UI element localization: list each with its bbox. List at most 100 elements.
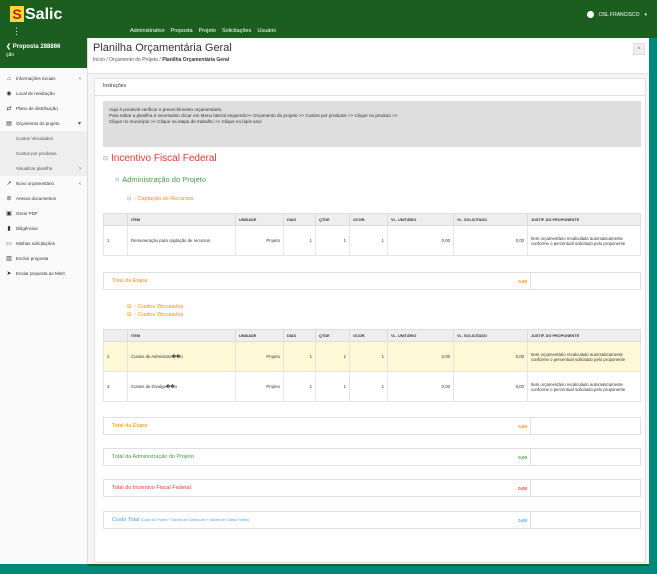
cell-dias: 1 xyxy=(283,371,316,402)
sidebar-item-local[interactable]: ◉ Local de realização xyxy=(0,86,87,101)
sidebar-item-plano[interactable]: ⇄ Plano de distribuição xyxy=(0,101,87,116)
share-icon: ⇄ xyxy=(6,105,12,112)
total-pad xyxy=(530,273,640,289)
chevron-down-icon: ▾ xyxy=(644,11,647,18)
app-frame: S Salic ⋮ Administrativo Proposta Projeto… xyxy=(0,0,657,574)
table-row[interactable]: 1 Remuneração para captação de recursos … xyxy=(103,225,641,256)
menu-dots-icon[interactable]: ⋮ xyxy=(12,26,21,37)
sidebar-item-excluir[interactable]: ▥ Excluir proposta xyxy=(0,251,87,266)
instructions-line: Clique no município >> Clique na etapa d… xyxy=(109,119,262,124)
cell-vl-solicitado: 0,00 xyxy=(453,371,528,402)
section-incentivo-fiscal[interactable]: ⊟ Incentivo Fiscal Federal xyxy=(103,153,217,164)
sidebar-item-anexar[interactable]: ⊜ Anexar documentos xyxy=(0,191,87,206)
col-qtde: QTDE xyxy=(315,213,350,226)
app-logo[interactable]: S Salic xyxy=(10,6,62,24)
chevron-left-icon: ‹ xyxy=(79,180,81,187)
budget-table-custos: ITEM UNIDADE DIAS QTDE OCOR. VL. UNITÁRI… xyxy=(103,329,641,402)
col-justificativa: JUSTIF. DO PROPONENTE xyxy=(527,213,641,226)
col-item: ITEM xyxy=(127,329,236,342)
sidebar-item-pdf[interactable]: ▣ Gerar PDF xyxy=(0,206,87,221)
section-title: Incentivo Fiscal Federal xyxy=(111,153,217,164)
cell-unidade: Projeto xyxy=(235,341,284,372)
pdf-icon: ▣ xyxy=(6,210,12,217)
page-header: Planilha Orçamentária Geral Início / Orç… xyxy=(88,38,649,74)
breadcrumb: Início / Orçamento do Projeto / Planilha… xyxy=(93,57,229,63)
close-icon[interactable]: × xyxy=(633,43,645,55)
cell-justificativa: Item orçamentário recalculado automatica… xyxy=(527,341,641,372)
cell-ocor: 1 xyxy=(349,371,388,402)
cell-justificativa: Item orçamentário recalculado automatica… xyxy=(527,371,641,402)
sidebar-item-label: Orçamento do projeto xyxy=(16,121,60,126)
nav-proposta[interactable]: Proposta xyxy=(171,28,193,34)
cell-unidade: Projeto xyxy=(235,225,284,256)
table-row[interactable]: 3 Custos de Divulga��o Projeto 1 1 1 0,0… xyxy=(103,371,641,402)
collapse-icon: ⊟ xyxy=(115,176,120,183)
sidebar-item-label: Anexar documentos xyxy=(16,196,57,201)
attach-icon: ⊜ xyxy=(6,195,12,202)
sidebar-item-orcamento[interactable]: ▤ Orçamento do projeto ▾ xyxy=(0,116,87,131)
sidebar-item-diligencias[interactable]: ▮ Diligências xyxy=(0,221,87,236)
total-etapa-2: Total da Etapa 0,00 xyxy=(103,417,641,435)
table-row[interactable]: 2 Custos de Administra��o Projeto 1 1 1 … xyxy=(103,341,641,372)
nav-administrativo[interactable]: Administrativo xyxy=(130,28,165,34)
section-title: Administração do Projeto xyxy=(122,175,206,184)
nav-projeto[interactable]: Projeto xyxy=(199,28,216,34)
project-header: ❮ Proposta 288866 ção xyxy=(0,38,87,68)
sidebar-sub-visualizar[interactable]: Visualizar planilha › xyxy=(0,161,87,176)
sidebar-item-informacoes[interactable]: ⌂ Informações iniciais ‹ xyxy=(0,71,87,86)
book-icon: ▮ xyxy=(7,225,11,232)
send-icon: ➤ xyxy=(6,270,12,277)
sidebar-item-label: Visualizar planilha xyxy=(16,166,53,171)
total-value: 0,00 xyxy=(518,517,527,523)
section-administracao[interactable]: ⊟ Administração do Projeto xyxy=(115,175,206,184)
total-pad xyxy=(530,512,640,528)
cell-justificativa: Item orçamentário recalculado automatica… xyxy=(527,225,641,256)
instructions-box: Aqui é possível verificar o preenchiment… xyxy=(103,101,641,147)
sidebar-item-label: Minhas solicitações xyxy=(16,241,56,246)
app-name: Salic xyxy=(25,6,63,23)
col-vl-unitario: VL. UNITÁRIO xyxy=(387,213,454,226)
sidebar-item-label: Novo orçamentário xyxy=(16,181,55,186)
cell-unidade: Projeto xyxy=(235,371,284,402)
budget-card: Instruções Aqui é possível verificar o p… xyxy=(94,78,646,563)
user-menu[interactable]: DSL FRANCISCO ▾ xyxy=(587,11,647,18)
sidebar-item-novo[interactable]: ↗ Novo orçamentário ‹ xyxy=(0,176,87,191)
cell-vl-unitario: 0,00 xyxy=(387,341,454,372)
chevron-right-icon: › xyxy=(79,165,81,172)
col-unidade: UNIDADE xyxy=(235,329,284,342)
sidebar-sub-custos-produtos[interactable]: Custos por produtos xyxy=(0,146,87,161)
cell-vl-solicitado: 0,00 xyxy=(453,341,528,372)
breadcrumb-path[interactable]: Início / Orçamento do Projeto / xyxy=(93,57,162,63)
section-custos-vinculados-1[interactable]: ⊟ - Custos Vinculados xyxy=(127,304,183,310)
user-icon xyxy=(587,11,595,18)
footer-line xyxy=(88,564,649,566)
top-bar: S Salic ⋮ Administrativo Proposta Projeto… xyxy=(0,0,657,38)
nav-usuario[interactable]: Usuário xyxy=(257,28,276,34)
col-ocor: OCOR. xyxy=(349,329,388,342)
cell-item: Custos de Administra��o xyxy=(127,341,236,372)
project-subtitle: ção xyxy=(6,52,15,58)
section-custos-vinculados-2[interactable]: ⊟ - Custos Vinculados xyxy=(127,312,183,318)
section-title: - Custos Vinculados xyxy=(134,304,184,310)
cell-ocor: 1 xyxy=(349,225,388,256)
divider xyxy=(95,95,645,96)
sidebar: ❮ Proposta 288866 ção ⌂ Informações inici… xyxy=(0,38,88,564)
cell-vl-unitario: 0,00 xyxy=(387,225,454,256)
sidebar-item-label: Local de realização xyxy=(16,91,55,96)
sidebar-item-enviar[interactable]: ➤ Enviar proposta ao MinC xyxy=(0,266,87,281)
total-label: Total da Administração do Projeto xyxy=(112,454,194,460)
cell-dias: 1 xyxy=(283,225,316,256)
collapse-icon: ⊟ xyxy=(127,304,132,310)
budget-icon: ▤ xyxy=(6,120,12,127)
collapse-icon: ⊟ xyxy=(103,156,109,162)
sidebar-item-solicitacoes[interactable]: ▭ Minhas solicitações xyxy=(0,236,87,251)
cell-index: 2 xyxy=(103,341,128,372)
cell-index: 3 xyxy=(103,371,128,402)
breadcrumb-current: Planilha Orçamentária Geral xyxy=(162,57,230,63)
location-icon: ◉ xyxy=(6,90,12,97)
sidebar-sub-custos-vinculados[interactable]: Custos Vinculados xyxy=(0,131,87,146)
top-nav: Administrativo Proposta Projeto Solicita… xyxy=(130,28,276,34)
section-captacao[interactable]: ⊟ - Captação de Recursos xyxy=(127,196,194,202)
col-index xyxy=(103,329,128,342)
nav-solicitacoes[interactable]: Solicitações xyxy=(222,28,251,34)
